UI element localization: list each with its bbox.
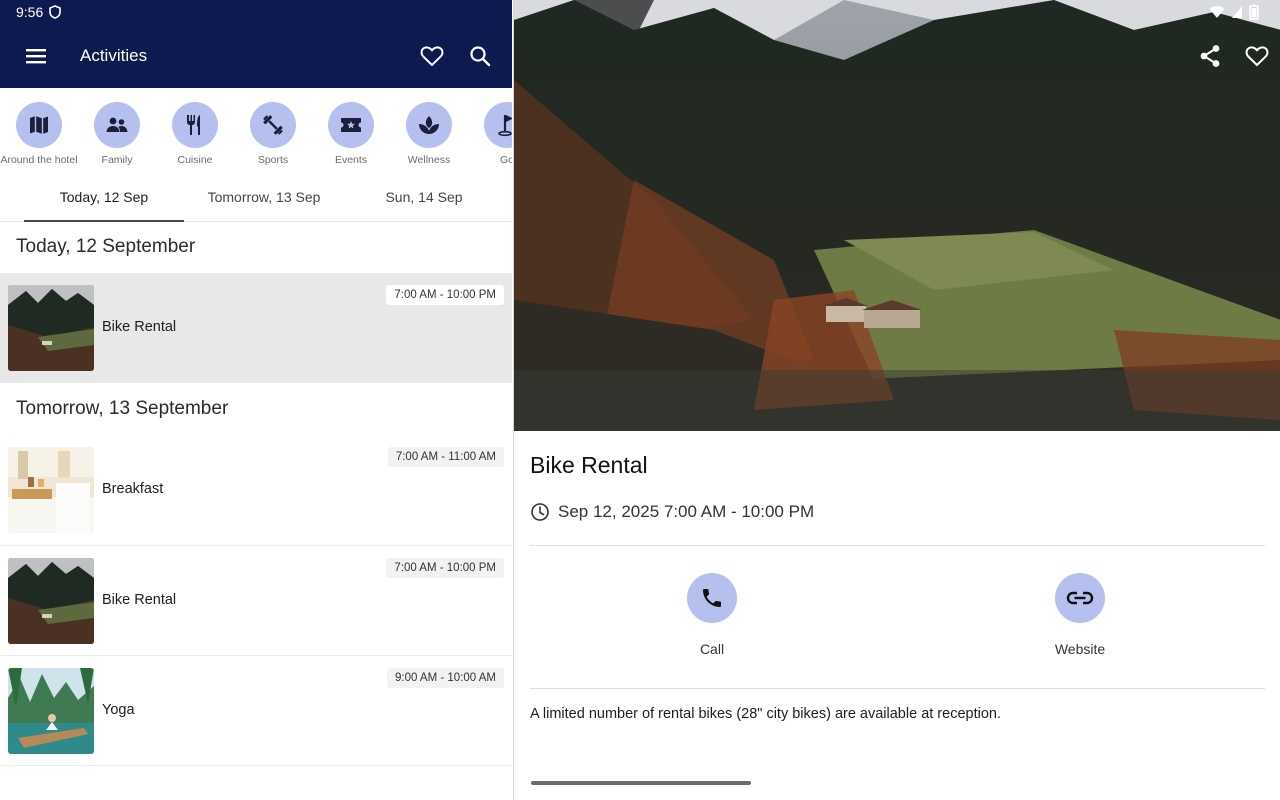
favorite-icon[interactable]	[1241, 40, 1273, 72]
app-bar: 9:56 Activities	[0, 0, 512, 88]
item-title: Breakfast	[102, 481, 164, 497]
day-tabs: Today, 12 Sep Tomorrow, 13 Sep Sun, 14 S…	[0, 174, 512, 222]
tab-today[interactable]: Today, 12 Sep	[24, 174, 184, 222]
item-time-badge: 9:00 AM - 10:00 AM	[386, 668, 504, 688]
gesture-handle[interactable]	[531, 781, 751, 785]
activity-detail-pane: Bike Rental Sep 12, 2025 7:00 AM - 10:00…	[513, 0, 1280, 800]
share-icon[interactable]	[1194, 40, 1226, 72]
category-label: Go	[499, 154, 512, 166]
map-icon	[16, 102, 62, 148]
restaurant-icon	[172, 102, 218, 148]
activities-list-pane: 9:56 Activities Around the hotel Family …	[0, 0, 512, 800]
website-label: Website	[1054, 641, 1106, 657]
status-bar-left: 9:56	[16, 4, 62, 20]
section-heading: Today, 12 September	[16, 236, 196, 257]
status-time: 9:56	[16, 4, 44, 20]
category-label: Family	[101, 154, 133, 166]
call-label: Call	[699, 641, 725, 657]
battery-icon	[1249, 4, 1259, 20]
shield-icon	[49, 5, 62, 19]
category-golf[interactable]: Go	[468, 88, 512, 172]
tab-sunday[interactable]: Sun, 14 Sep	[344, 174, 504, 221]
category-bar: Around the hotel Family Cuisine Sports E…	[0, 88, 512, 172]
spa-icon	[406, 102, 452, 148]
detail-title: Bike Rental	[530, 452, 648, 478]
list-item[interactable]: Yoga 9:00 AM - 10:00 AM	[0, 656, 512, 766]
detail-datetime-row: Sep 12, 2025 7:00 AM - 10:00 PM	[530, 502, 814, 522]
detail-datetime: Sep 12, 2025 7:00 AM - 10:00 PM	[558, 502, 815, 521]
clock-icon	[531, 503, 549, 521]
ticket-icon	[328, 102, 374, 148]
signal-icon	[1232, 6, 1242, 18]
family-icon	[94, 102, 140, 148]
golf-icon	[484, 102, 512, 148]
website-button[interactable]: Website	[1030, 573, 1130, 657]
category-label: Around the hotel	[0, 154, 78, 166]
item-title: Bike Rental	[102, 319, 177, 335]
list-divider	[0, 765, 512, 766]
search-icon[interactable]	[464, 40, 496, 72]
fitness-icon	[250, 102, 296, 148]
item-title: Bike Rental	[102, 592, 177, 608]
page-title: Activities	[80, 46, 148, 65]
link-icon	[1055, 573, 1105, 623]
category-wellness[interactable]: Wellness	[390, 88, 468, 172]
item-title: Yoga	[102, 702, 135, 718]
detail-description: A limited number of rental bikes (28" ci…	[530, 706, 1001, 722]
menu-icon[interactable]	[20, 40, 52, 72]
divider	[530, 545, 1265, 546]
app-root: 9:56 Activities Around the hotel Family …	[0, 0, 1280, 800]
favorites-icon[interactable]	[416, 40, 448, 72]
category-family[interactable]: Family	[78, 88, 156, 172]
item-time-badge: 7:00 AM - 10:00 PM	[386, 558, 504, 578]
thumbnail-yoga	[8, 668, 94, 754]
category-events[interactable]: Events	[312, 88, 390, 172]
category-around-hotel[interactable]: Around the hotel	[0, 88, 78, 172]
list-item[interactable]: Breakfast 7:00 AM - 11:00 AM	[0, 435, 512, 545]
thumbnail-mountain	[8, 558, 94, 644]
category-cuisine[interactable]: Cuisine	[156, 88, 234, 172]
status-bar-right	[1209, 4, 1259, 20]
section-heading: Tomorrow, 13 September	[16, 398, 229, 419]
call-button[interactable]: Call	[662, 573, 762, 657]
phone-icon	[687, 573, 737, 623]
thumbnail-breakfast	[8, 447, 94, 533]
wifi-icon	[1209, 6, 1225, 18]
category-sports[interactable]: Sports	[234, 88, 312, 172]
list-item[interactable]: Bike Rental 7:00 AM - 10:00 PM	[0, 273, 512, 383]
item-time-badge: 7:00 AM - 11:00 AM	[387, 447, 504, 467]
item-time-badge: 7:00 AM - 10:00 PM	[386, 285, 504, 305]
thumbnail-mountain	[8, 285, 94, 371]
category-label: Events	[334, 154, 368, 166]
tab-tomorrow[interactable]: Tomorrow, 13 Sep	[184, 174, 344, 221]
divider	[530, 688, 1265, 689]
hero-image	[514, 0, 1280, 431]
list-item[interactable]: Bike Rental 7:00 AM - 10:00 PM	[0, 546, 512, 656]
category-label: Wellness	[407, 154, 451, 166]
category-label: Cuisine	[177, 154, 213, 166]
category-label: Sports	[257, 154, 289, 166]
